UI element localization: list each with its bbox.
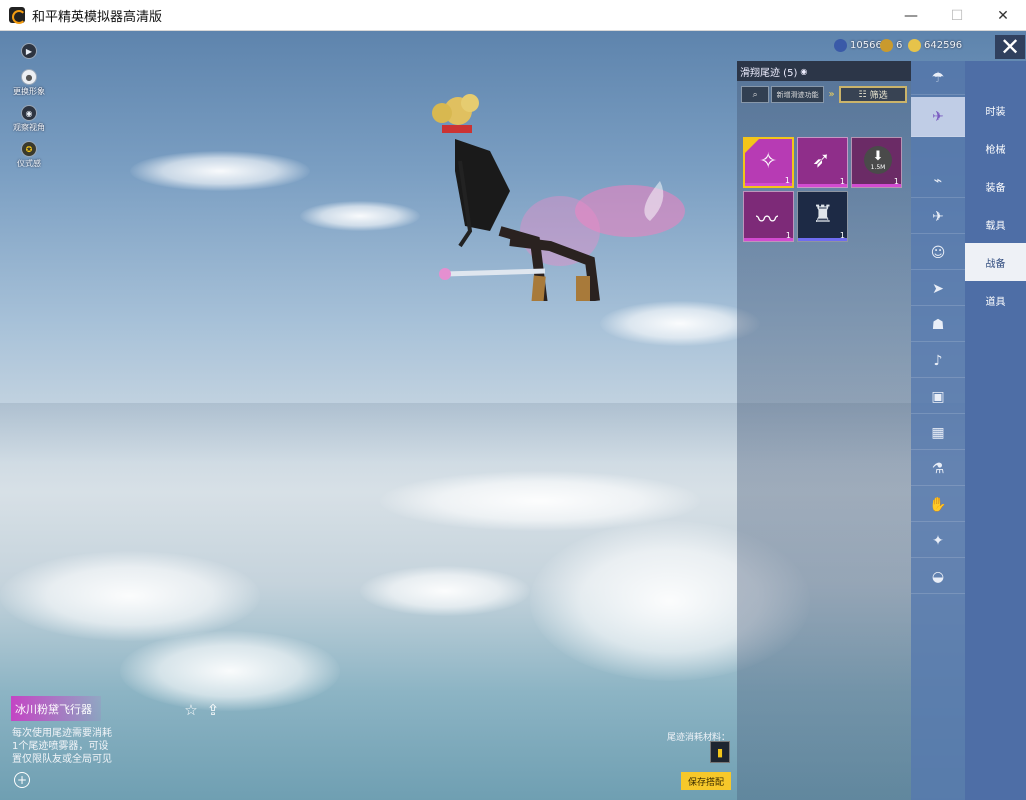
window-close-button[interactable]: ✕ bbox=[980, 0, 1026, 31]
currency-medal: 6 bbox=[880, 39, 902, 52]
sky-cloud bbox=[600, 301, 760, 346]
wand-icon: ✧ bbox=[759, 149, 778, 174]
ceremony-button[interactable]: ✪ 仪式感 bbox=[14, 139, 44, 171]
tab-fashion[interactable]: 时装 bbox=[965, 91, 1026, 129]
wing-icon: ➶ bbox=[812, 148, 831, 173]
chevron-right-icon[interactable]: » bbox=[826, 89, 837, 100]
download-icon: ⬇ 1.5M bbox=[864, 146, 892, 174]
coin-icon bbox=[834, 39, 847, 52]
tab-equipment[interactable]: 装备 bbox=[965, 167, 1026, 205]
zoom-icon[interactable]: + bbox=[14, 772, 30, 788]
character-on-glider bbox=[432, 94, 685, 301]
maximize-button[interactable]: ☐ bbox=[934, 0, 980, 31]
download-size: 1.5M bbox=[870, 164, 886, 171]
robot-icon: ♜ bbox=[812, 200, 834, 228]
minimize-button[interactable]: — bbox=[888, 0, 934, 31]
currency-shield: 642596 bbox=[908, 39, 962, 52]
emblem-icon: ✪ bbox=[21, 141, 37, 157]
window-title: 和平精英模拟器高清版 bbox=[32, 9, 163, 25]
panel-title: 滑翔尾迹 (5) bbox=[740, 67, 798, 79]
feather-item[interactable]: 〰 1 bbox=[743, 191, 794, 242]
app-logo-icon bbox=[9, 7, 26, 24]
drone-icon[interactable]: ⌁ bbox=[911, 164, 965, 198]
tab-items[interactable]: 道具 bbox=[965, 281, 1026, 319]
sky-cloud bbox=[0, 551, 260, 641]
item-description: 每次使用尾迹需要消耗 1个尾迹喷雾器，可设 置仅限队友或全局可见 bbox=[12, 728, 112, 765]
wing-item[interactable]: ➶ 1 bbox=[797, 137, 848, 188]
left-toolbar: ▶ ● 更换形象 ◉ 观察视角 ✪ 仪式感 bbox=[13, 39, 45, 175]
hand-icon[interactable]: ✋ bbox=[911, 488, 965, 522]
ufo-icon[interactable]: ◒ bbox=[911, 560, 965, 594]
tab-battle-gear[interactable]: 战备 bbox=[965, 243, 1026, 281]
avatar-button[interactable]: ● 更换形象 bbox=[13, 67, 45, 99]
category-icon-column: ☂ ✈ ⌁ ✈ ☺ ➤ ☗ ♪ ▣ ▦ ⚗ ✋ ✦ ◒ bbox=[911, 61, 965, 800]
sky-cloud bbox=[360, 566, 530, 616]
avatar-icon: ● bbox=[21, 69, 37, 85]
filter-bar: ⌕ 新增滑迹功能 » ☷ 筛选 bbox=[741, 85, 907, 104]
spray-material-icon: ▮ bbox=[710, 741, 730, 763]
search-icon: ⌕ bbox=[752, 89, 758, 100]
plane-icon[interactable]: ✈ bbox=[911, 200, 965, 234]
save-outfit-button[interactable]: 保存搭配 bbox=[681, 772, 731, 790]
wand-icon[interactable]: ✦ bbox=[911, 524, 965, 558]
observe-button[interactable]: ◉ 观察视角 bbox=[13, 103, 45, 135]
panel-header: 滑翔尾迹 (5) ◉ bbox=[737, 61, 911, 81]
spray-icon[interactable]: ⚗ bbox=[911, 452, 965, 486]
ceremony-label: 仪式感 bbox=[17, 159, 41, 168]
tab-guns[interactable]: 枪械 bbox=[965, 129, 1026, 167]
item-count: 1 bbox=[839, 177, 845, 186]
play-icon[interactable]: ▶ bbox=[14, 39, 44, 63]
info-icon[interactable]: ◉ bbox=[800, 67, 807, 76]
item-count: 1 bbox=[784, 176, 790, 185]
sky-cloud bbox=[120, 631, 340, 711]
close-panel-button[interactable]: ✕ bbox=[995, 33, 1025, 61]
sound-icon[interactable]: ♪ bbox=[911, 344, 965, 378]
search-button[interactable]: ⌕ bbox=[741, 86, 770, 103]
main-tab-column: 时装 枪械 装备 载具 战备 道具 bbox=[965, 61, 1026, 800]
observe-label: 观察视角 bbox=[13, 123, 45, 132]
sky-cloud bbox=[300, 201, 420, 231]
filter-icon: ☷ bbox=[858, 89, 867, 100]
download-item[interactable]: ⬇ 1.5M 1 bbox=[851, 137, 902, 188]
filter-dropdown[interactable]: 新增滑迹功能 bbox=[771, 86, 824, 103]
avatar-label: 更换形象 bbox=[13, 87, 45, 96]
share-icon[interactable]: ⇪ bbox=[204, 701, 222, 719]
tab-vehicles[interactable]: 载具 bbox=[965, 205, 1026, 243]
emote-icon[interactable]: ☺ bbox=[911, 236, 965, 270]
item-name-tag: 冰川粉黛飞行器 bbox=[11, 696, 101, 721]
jet-icon[interactable]: ➤ bbox=[911, 272, 965, 306]
picture-icon[interactable]: ▦ bbox=[911, 416, 965, 450]
feather-icon: 〰 bbox=[756, 208, 779, 233]
sky-cloud bbox=[130, 151, 310, 191]
wand-item[interactable]: ✧ 1 bbox=[743, 137, 794, 188]
favorite-star-icon[interactable]: ☆ bbox=[182, 701, 200, 719]
shield-coin-icon bbox=[908, 39, 921, 52]
game-viewport: ▶ ● 更换形象 ◉ 观察视角 ✪ 仪式感 10566 6 642596 ✕ 滑… bbox=[0, 31, 1026, 800]
parachute-icon[interactable]: ☂ bbox=[911, 61, 965, 95]
selected-check-icon bbox=[745, 139, 759, 153]
eye-icon: ◉ bbox=[21, 105, 37, 121]
item-count: 1 bbox=[785, 231, 791, 240]
item-count: 1 bbox=[893, 177, 899, 186]
card-icon[interactable]: ▣ bbox=[911, 380, 965, 414]
currency-coins: 10566 bbox=[834, 39, 882, 52]
item-count: 1 bbox=[839, 231, 845, 240]
glider-icon[interactable]: ✈ bbox=[911, 97, 965, 137]
screen-button[interactable]: ☷ 筛选 bbox=[839, 86, 907, 103]
item-list-panel: 滑翔尾迹 (5) ◉ ⌕ 新增滑迹功能 » ☷ 筛选 ✧ 1 ➶ 1 ⬇ 1.5… bbox=[737, 61, 911, 800]
medal-icon bbox=[880, 39, 893, 52]
robot-icon[interactable]: ☗ bbox=[911, 308, 965, 342]
robot-item[interactable]: ♜ 1 bbox=[797, 191, 848, 242]
screen-label: 筛选 bbox=[869, 91, 888, 101]
window-titlebar: 和平精英模拟器高清版 — ☐ ✕ bbox=[0, 0, 1026, 31]
